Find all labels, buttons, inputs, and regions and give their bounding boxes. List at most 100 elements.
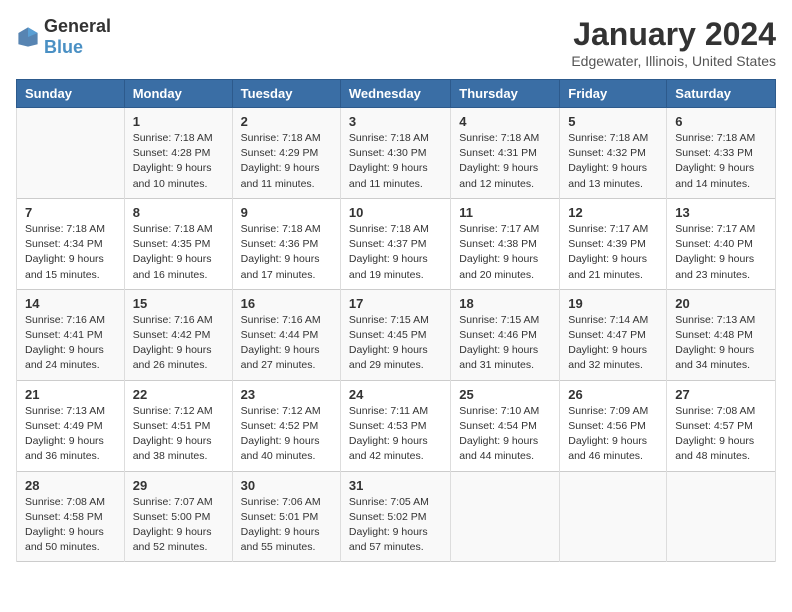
cell-info: Sunrise: 7:11 AMSunset: 4:53 PMDaylight:… [349,405,428,463]
calendar-header-row: SundayMondayTuesdayWednesdayThursdayFrid… [17,80,776,108]
cell-info: Sunrise: 7:18 AMSunset: 4:31 PMDaylight:… [459,132,539,190]
cell-info: Sunrise: 7:08 AMSunset: 4:58 PMDaylight:… [25,496,105,554]
cell-info: Sunrise: 7:18 AMSunset: 4:37 PMDaylight:… [349,223,429,281]
cell-info: Sunrise: 7:18 AMSunset: 4:29 PMDaylight:… [241,132,321,190]
calendar-cell [451,471,560,562]
calendar-cell: 21 Sunrise: 7:13 AMSunset: 4:49 PMDaylig… [17,380,125,471]
title-block: January 2024 Edgewater, Illinois, United… [571,16,776,69]
cell-info: Sunrise: 7:16 AMSunset: 4:42 PMDaylight:… [133,314,213,372]
cell-info: Sunrise: 7:16 AMSunset: 4:44 PMDaylight:… [241,314,321,372]
calendar-cell: 31 Sunrise: 7:05 AMSunset: 5:02 PMDaylig… [340,471,450,562]
calendar-cell: 1 Sunrise: 7:18 AMSunset: 4:28 PMDayligh… [124,108,232,199]
cell-info: Sunrise: 7:15 AMSunset: 4:45 PMDaylight:… [349,314,429,372]
day-number: 24 [349,387,442,402]
cell-info: Sunrise: 7:18 AMSunset: 4:32 PMDaylight:… [568,132,648,190]
day-number: 31 [349,478,442,493]
calendar-cell: 10 Sunrise: 7:18 AMSunset: 4:37 PMDaylig… [340,198,450,289]
header-saturday: Saturday [667,80,776,108]
cell-info: Sunrise: 7:18 AMSunset: 4:33 PMDaylight:… [675,132,755,190]
day-number: 5 [568,114,658,129]
cell-info: Sunrise: 7:12 AMSunset: 4:51 PMDaylight:… [133,405,213,463]
calendar-cell: 29 Sunrise: 7:07 AMSunset: 5:00 PMDaylig… [124,471,232,562]
day-number: 20 [675,296,767,311]
day-number: 11 [459,205,551,220]
week-row-4: 21 Sunrise: 7:13 AMSunset: 4:49 PMDaylig… [17,380,776,471]
calendar-cell [667,471,776,562]
calendar-cell: 22 Sunrise: 7:12 AMSunset: 4:51 PMDaylig… [124,380,232,471]
calendar-cell: 9 Sunrise: 7:18 AMSunset: 4:36 PMDayligh… [232,198,340,289]
cell-info: Sunrise: 7:12 AMSunset: 4:52 PMDaylight:… [241,405,321,463]
day-number: 22 [133,387,224,402]
calendar-table: SundayMondayTuesdayWednesdayThursdayFrid… [16,79,776,562]
day-number: 3 [349,114,442,129]
calendar-cell: 4 Sunrise: 7:18 AMSunset: 4:31 PMDayligh… [451,108,560,199]
calendar-cell: 28 Sunrise: 7:08 AMSunset: 4:58 PMDaylig… [17,471,125,562]
calendar-cell: 25 Sunrise: 7:10 AMSunset: 4:54 PMDaylig… [451,380,560,471]
day-number: 19 [568,296,658,311]
cell-info: Sunrise: 7:16 AMSunset: 4:41 PMDaylight:… [25,314,105,372]
week-row-5: 28 Sunrise: 7:08 AMSunset: 4:58 PMDaylig… [17,471,776,562]
day-number: 9 [241,205,332,220]
day-number: 27 [675,387,767,402]
calendar-cell: 6 Sunrise: 7:18 AMSunset: 4:33 PMDayligh… [667,108,776,199]
calendar-cell: 19 Sunrise: 7:14 AMSunset: 4:47 PMDaylig… [560,289,667,380]
cell-info: Sunrise: 7:06 AMSunset: 5:01 PMDaylight:… [241,496,321,554]
calendar-cell [560,471,667,562]
calendar-cell: 24 Sunrise: 7:11 AMSunset: 4:53 PMDaylig… [340,380,450,471]
calendar-cell: 5 Sunrise: 7:18 AMSunset: 4:32 PMDayligh… [560,108,667,199]
header-thursday: Thursday [451,80,560,108]
cell-info: Sunrise: 7:18 AMSunset: 4:30 PMDaylight:… [349,132,429,190]
logo-general: General [44,16,111,36]
header-friday: Friday [560,80,667,108]
calendar-cell: 11 Sunrise: 7:17 AMSunset: 4:38 PMDaylig… [451,198,560,289]
calendar-cell: 27 Sunrise: 7:08 AMSunset: 4:57 PMDaylig… [667,380,776,471]
calendar-cell: 15 Sunrise: 7:16 AMSunset: 4:42 PMDaylig… [124,289,232,380]
cell-info: Sunrise: 7:18 AMSunset: 4:34 PMDaylight:… [25,223,105,281]
calendar-cell: 23 Sunrise: 7:12 AMSunset: 4:52 PMDaylig… [232,380,340,471]
cell-info: Sunrise: 7:09 AMSunset: 4:56 PMDaylight:… [568,405,648,463]
cell-info: Sunrise: 7:14 AMSunset: 4:47 PMDaylight:… [568,314,648,372]
calendar-cell [17,108,125,199]
day-number: 29 [133,478,224,493]
logo-text: General Blue [44,16,111,58]
day-number: 6 [675,114,767,129]
day-number: 8 [133,205,224,220]
day-number: 2 [241,114,332,129]
cell-info: Sunrise: 7:07 AMSunset: 5:00 PMDaylight:… [133,496,213,554]
header-monday: Monday [124,80,232,108]
day-number: 16 [241,296,332,311]
logo: General Blue [16,16,111,58]
week-row-1: 1 Sunrise: 7:18 AMSunset: 4:28 PMDayligh… [17,108,776,199]
cell-info: Sunrise: 7:05 AMSunset: 5:02 PMDaylight:… [349,496,429,554]
day-number: 30 [241,478,332,493]
header-tuesday: Tuesday [232,80,340,108]
week-row-3: 14 Sunrise: 7:16 AMSunset: 4:41 PMDaylig… [17,289,776,380]
day-number: 18 [459,296,551,311]
calendar-cell: 30 Sunrise: 7:06 AMSunset: 5:01 PMDaylig… [232,471,340,562]
cell-info: Sunrise: 7:08 AMSunset: 4:57 PMDaylight:… [675,405,755,463]
day-number: 12 [568,205,658,220]
calendar-cell: 14 Sunrise: 7:16 AMSunset: 4:41 PMDaylig… [17,289,125,380]
day-number: 4 [459,114,551,129]
logo-blue: Blue [44,37,83,57]
cell-info: Sunrise: 7:15 AMSunset: 4:46 PMDaylight:… [459,314,539,372]
day-number: 14 [25,296,116,311]
day-number: 28 [25,478,116,493]
calendar-subtitle: Edgewater, Illinois, United States [571,53,776,69]
calendar-cell: 7 Sunrise: 7:18 AMSunset: 4:34 PMDayligh… [17,198,125,289]
cell-info: Sunrise: 7:17 AMSunset: 4:38 PMDaylight:… [459,223,539,281]
calendar-cell: 17 Sunrise: 7:15 AMSunset: 4:45 PMDaylig… [340,289,450,380]
week-row-2: 7 Sunrise: 7:18 AMSunset: 4:34 PMDayligh… [17,198,776,289]
calendar-cell: 3 Sunrise: 7:18 AMSunset: 4:30 PMDayligh… [340,108,450,199]
cell-info: Sunrise: 7:18 AMSunset: 4:35 PMDaylight:… [133,223,213,281]
day-number: 17 [349,296,442,311]
day-number: 21 [25,387,116,402]
cell-info: Sunrise: 7:13 AMSunset: 4:49 PMDaylight:… [25,405,105,463]
day-number: 10 [349,205,442,220]
cell-info: Sunrise: 7:17 AMSunset: 4:39 PMDaylight:… [568,223,648,281]
cell-info: Sunrise: 7:17 AMSunset: 4:40 PMDaylight:… [675,223,755,281]
calendar-title: January 2024 [571,16,776,53]
calendar-cell: 26 Sunrise: 7:09 AMSunset: 4:56 PMDaylig… [560,380,667,471]
cell-info: Sunrise: 7:13 AMSunset: 4:48 PMDaylight:… [675,314,755,372]
calendar-cell: 12 Sunrise: 7:17 AMSunset: 4:39 PMDaylig… [560,198,667,289]
